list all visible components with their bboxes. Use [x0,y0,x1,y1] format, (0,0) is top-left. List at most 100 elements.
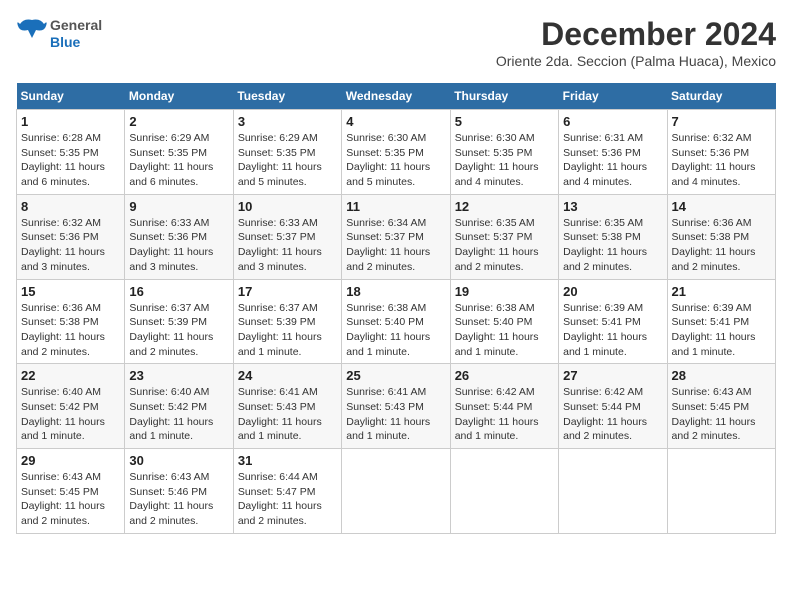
day-info: Sunrise: 6:43 AMSunset: 5:45 PMDaylight:… [21,470,120,529]
day-info: Sunrise: 6:30 AMSunset: 5:35 PMDaylight:… [455,131,554,190]
calendar-cell: 19Sunrise: 6:38 AMSunset: 5:40 PMDayligh… [450,279,558,364]
logo-blue-text: Blue [50,34,102,51]
day-number: 10 [238,199,337,214]
day-info: Sunrise: 6:38 AMSunset: 5:40 PMDaylight:… [346,301,445,360]
day-info: Sunrise: 6:29 AMSunset: 5:35 PMDaylight:… [238,131,337,190]
day-number: 25 [346,368,445,383]
calendar-cell: 20Sunrise: 6:39 AMSunset: 5:41 PMDayligh… [559,279,667,364]
calendar-cell: 7 Sunrise: 6:32 AMSunset: 5:36 PMDaylight… [667,110,775,195]
day-number: 28 [672,368,771,383]
weekday-header: Thursday [450,83,558,110]
calendar-cell: 11 Sunrise: 6:34 AMSunset: 5:37 PMDayligh… [342,194,450,279]
day-number: 4 [346,114,445,129]
day-number: 31 [238,453,337,468]
calendar-cell: 15 Sunrise: 6:36 AMSunset: 5:38 PMDayligh… [17,279,125,364]
day-number: 29 [21,453,120,468]
day-number: 17 [238,284,337,299]
day-info: Sunrise: 6:42 AMSunset: 5:44 PMDaylight:… [563,385,662,444]
weekday-header: Friday [559,83,667,110]
day-number: 14 [672,199,771,214]
calendar-cell [559,449,667,534]
weekday-header: Monday [125,83,233,110]
calendar-cell: 18 Sunrise: 6:38 AMSunset: 5:40 PMDayligh… [342,279,450,364]
calendar-table: SundayMondayTuesdayWednesdayThursdayFrid… [16,83,776,534]
calendar-cell: 2 Sunrise: 6:29 AMSunset: 5:35 PMDaylight… [125,110,233,195]
calendar-cell [342,449,450,534]
day-info: Sunrise: 6:29 AMSunset: 5:35 PMDaylight:… [129,131,228,190]
day-info: Sunrise: 6:31 AMSunset: 5:36 PMDaylight:… [563,131,662,190]
day-number: 27 [563,368,662,383]
calendar-week: 15 Sunrise: 6:36 AMSunset: 5:38 PMDayligh… [17,279,776,364]
calendar-week: 1Sunrise: 6:28 AMSunset: 5:35 PMDaylight… [17,110,776,195]
day-info: Sunrise: 6:32 AMSunset: 5:36 PMDaylight:… [21,216,120,275]
calendar-cell: 23 Sunrise: 6:40 AMSunset: 5:42 PMDayligh… [125,364,233,449]
day-number: 16 [129,284,228,299]
day-number: 26 [455,368,554,383]
logo-bird-icon [16,16,48,52]
day-number: 6 [563,114,662,129]
day-number: 2 [129,114,228,129]
day-number: 3 [238,114,337,129]
day-info: Sunrise: 6:39 AMSunset: 5:41 PMDaylight:… [672,301,771,360]
calendar-cell: 13 Sunrise: 6:35 AMSunset: 5:38 PMDayligh… [559,194,667,279]
day-info: Sunrise: 6:33 AMSunset: 5:37 PMDaylight:… [238,216,337,275]
day-number: 23 [129,368,228,383]
calendar-week: 29 Sunrise: 6:43 AMSunset: 5:45 PMDayligh… [17,449,776,534]
day-info: Sunrise: 6:34 AMSunset: 5:37 PMDaylight:… [346,216,445,275]
calendar-cell: 25Sunrise: 6:41 AMSunset: 5:43 PMDayligh… [342,364,450,449]
day-number: 22 [21,368,120,383]
day-info: Sunrise: 6:44 AMSunset: 5:47 PMDaylight:… [238,470,337,529]
calendar-cell: 22Sunrise: 6:40 AMSunset: 5:42 PMDayligh… [17,364,125,449]
day-info: Sunrise: 6:30 AMSunset: 5:35 PMDaylight:… [346,131,445,190]
calendar-cell: 17Sunrise: 6:37 AMSunset: 5:39 PMDayligh… [233,279,341,364]
logo-general-text: General [50,17,102,34]
day-info: Sunrise: 6:35 AMSunset: 5:38 PMDaylight:… [563,216,662,275]
calendar-cell: 10 Sunrise: 6:33 AMSunset: 5:37 PMDayligh… [233,194,341,279]
calendar-cell: 27 Sunrise: 6:42 AMSunset: 5:44 PMDayligh… [559,364,667,449]
calendar-cell: 30 Sunrise: 6:43 AMSunset: 5:46 PMDayligh… [125,449,233,534]
month-title: December 2024 [496,16,776,53]
day-number: 21 [672,284,771,299]
weekday-header: Wednesday [342,83,450,110]
weekday-header: Sunday [17,83,125,110]
calendar-cell: 16 Sunrise: 6:37 AMSunset: 5:39 PMDayligh… [125,279,233,364]
day-info: Sunrise: 6:39 AMSunset: 5:41 PMDaylight:… [563,301,662,360]
day-number: 18 [346,284,445,299]
calendar-week: 22 Sunrise: 6:40 AMSunset: 5:42 PMDayligh… [17,364,776,449]
day-number: 24 [238,368,337,383]
day-info: Sunrise: 6:43 AMSunset: 5:46 PMDaylight:… [129,470,228,529]
day-number: 5 [455,114,554,129]
day-info: Sunrise: 6:40 AMSunset: 5:42 PMDaylight:… [129,385,228,444]
weekday-header: Tuesday [233,83,341,110]
day-number: 30 [129,453,228,468]
day-number: 13 [563,199,662,214]
calendar-cell: 28Sunrise: 6:43 AMSunset: 5:45 PMDayligh… [667,364,775,449]
calendar-cell [667,449,775,534]
calendar-cell: 21 Sunrise: 6:39 AMSunset: 5:41 PMDayligh… [667,279,775,364]
day-number: 12 [455,199,554,214]
day-number: 9 [129,199,228,214]
calendar-cell: 4 Sunrise: 6:30 AMSunset: 5:35 PMDaylight… [342,110,450,195]
page-header: General Blue December 2024 Oriente 2da. … [16,16,776,79]
day-info: Sunrise: 6:32 AMSunset: 5:36 PMDaylight:… [672,131,771,190]
calendar-cell: 12 Sunrise: 6:35 AMSunset: 5:37 PMDayligh… [450,194,558,279]
calendar-cell: 29 Sunrise: 6:43 AMSunset: 5:45 PMDayligh… [17,449,125,534]
day-number: 19 [455,284,554,299]
calendar-cell [450,449,558,534]
day-number: 11 [346,199,445,214]
calendar-week: 8Sunrise: 6:32 AMSunset: 5:36 PMDaylight… [17,194,776,279]
calendar-cell: 5 Sunrise: 6:30 AMSunset: 5:35 PMDaylight… [450,110,558,195]
day-info: Sunrise: 6:41 AMSunset: 5:43 PMDaylight:… [238,385,337,444]
day-info: Sunrise: 6:37 AMSunset: 5:39 PMDaylight:… [129,301,228,360]
calendar-cell: 1Sunrise: 6:28 AMSunset: 5:35 PMDaylight… [17,110,125,195]
day-info: Sunrise: 6:35 AMSunset: 5:37 PMDaylight:… [455,216,554,275]
day-number: 7 [672,114,771,129]
day-info: Sunrise: 6:36 AMSunset: 5:38 PMDaylight:… [21,301,120,360]
day-number: 15 [21,284,120,299]
calendar-cell: 8Sunrise: 6:32 AMSunset: 5:36 PMDaylight… [17,194,125,279]
calendar-cell: 31 Sunrise: 6:44 AMSunset: 5:47 PMDayligh… [233,449,341,534]
day-info: Sunrise: 6:36 AMSunset: 5:38 PMDaylight:… [672,216,771,275]
calendar-body: 1Sunrise: 6:28 AMSunset: 5:35 PMDaylight… [17,110,776,534]
calendar-cell: 24 Sunrise: 6:41 AMSunset: 5:43 PMDayligh… [233,364,341,449]
day-number: 1 [21,114,120,129]
